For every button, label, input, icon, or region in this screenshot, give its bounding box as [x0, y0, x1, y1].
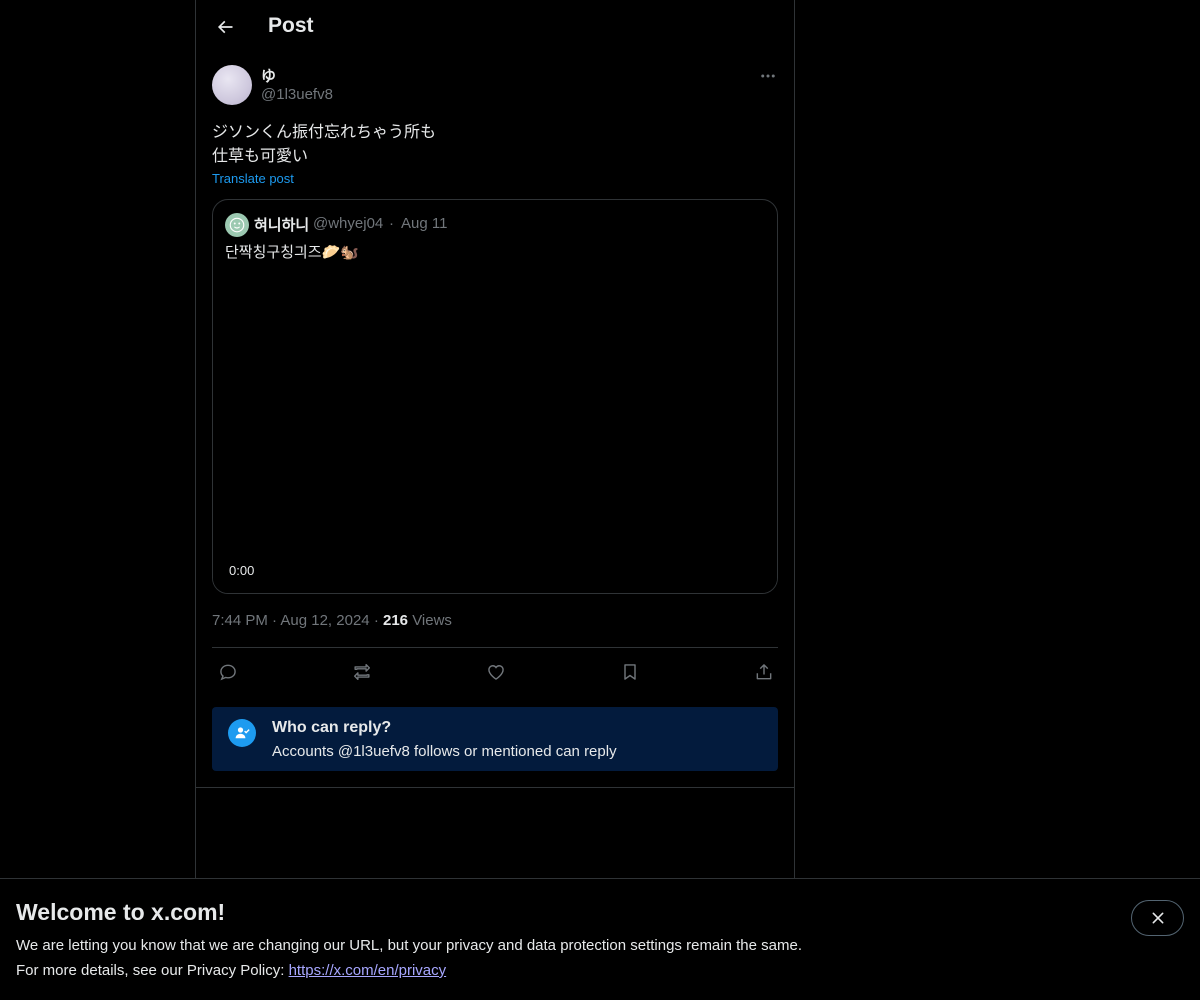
primary-column: Post ゆ @1l3uefv8 ジソンくん振付忘れちゃう所も 仕草も可愛い T… — [195, 0, 795, 880]
banner-privacy-prefix: For more details, see our Privacy Policy… — [16, 962, 289, 979]
share-button[interactable] — [750, 658, 778, 686]
reply-restriction-subtitle: Accounts @1l3uefv8 follows or mentioned … — [272, 743, 617, 760]
quoted-video-player[interactable] — [213, 270, 777, 593]
separator-dot: · — [373, 612, 383, 629]
close-banner-button[interactable] — [1131, 900, 1184, 936]
video-timestamp: 0:00 — [229, 563, 255, 578]
author-handle[interactable]: @1l3uefv8 — [261, 86, 333, 103]
reply-icon — [220, 664, 236, 681]
share-icon — [756, 664, 772, 680]
views-label: Views — [412, 612, 452, 629]
post-text: ジソンくん振付忘れちゃう所も 仕草も可愛い — [212, 122, 437, 165]
reply-restriction-badge — [228, 719, 256, 747]
quoted-author-name[interactable]: 혀니하니 — [254, 214, 309, 235]
reply-restriction-notice: Who can reply? Accounts @1l3uefv8 follow… — [212, 707, 778, 771]
post-time[interactable]: 7:44 PM — [212, 612, 268, 629]
reply-restriction-title: Who can reply? — [272, 719, 392, 736]
page-title: Post — [268, 14, 314, 37]
author-name[interactable]: ゆ — [261, 65, 276, 86]
post-date[interactable]: Aug 12, 2024 — [280, 612, 369, 629]
banner-title: Welcome to x.com! — [16, 899, 226, 925]
repost-icon — [353, 663, 371, 681]
quoted-post-date[interactable]: Aug 11 — [401, 215, 447, 232]
more-horizontal-icon — [761, 74, 775, 78]
face-icon — [229, 217, 245, 233]
quoted-author-handle[interactable]: @whyej04 — [313, 215, 383, 232]
user-check-icon — [235, 727, 250, 739]
like-button[interactable] — [482, 658, 510, 686]
repost-button[interactable] — [348, 658, 376, 686]
bookmark-icon — [624, 664, 636, 680]
views-count: 216 — [382, 612, 409, 629]
banner-text: We are letting you know that we are chan… — [16, 937, 802, 954]
quoted-post-text: 단짝칭구칭긔즈🥟🐿️ — [225, 243, 359, 261]
more-options-button[interactable] — [756, 64, 780, 88]
translate-post-link[interactable]: Translate post — [212, 171, 294, 186]
separator-dot: · — [389, 215, 394, 232]
privacy-policy-link[interactable]: https://x.com/en/privacy — [289, 962, 447, 979]
quoted-post[interactable]: 혀니하니 @whyej04 · Aug 11 단짝칭구칭긔즈🥟🐿️ 0:00 — [212, 199, 778, 594]
back-button[interactable] — [208, 10, 242, 44]
arrow-left-icon — [217, 20, 233, 34]
post-metadata: 7:44 PM · Aug 12, 2024 · 216 Views — [212, 612, 452, 629]
author-avatar[interactable] — [212, 65, 252, 105]
banner-privacy-line: For more details, see our Privacy Policy… — [16, 962, 446, 979]
url-change-banner: Welcome to x.com! We are letting you kno… — [0, 878, 1200, 1000]
like-icon — [488, 665, 504, 680]
post-header: Post — [196, 0, 794, 54]
quoted-author-avatar[interactable] — [225, 213, 249, 237]
divider — [212, 647, 778, 648]
bookmark-button[interactable] — [616, 658, 644, 686]
divider — [196, 787, 794, 788]
reply-button[interactable] — [214, 658, 242, 686]
close-icon — [1152, 912, 1163, 924]
